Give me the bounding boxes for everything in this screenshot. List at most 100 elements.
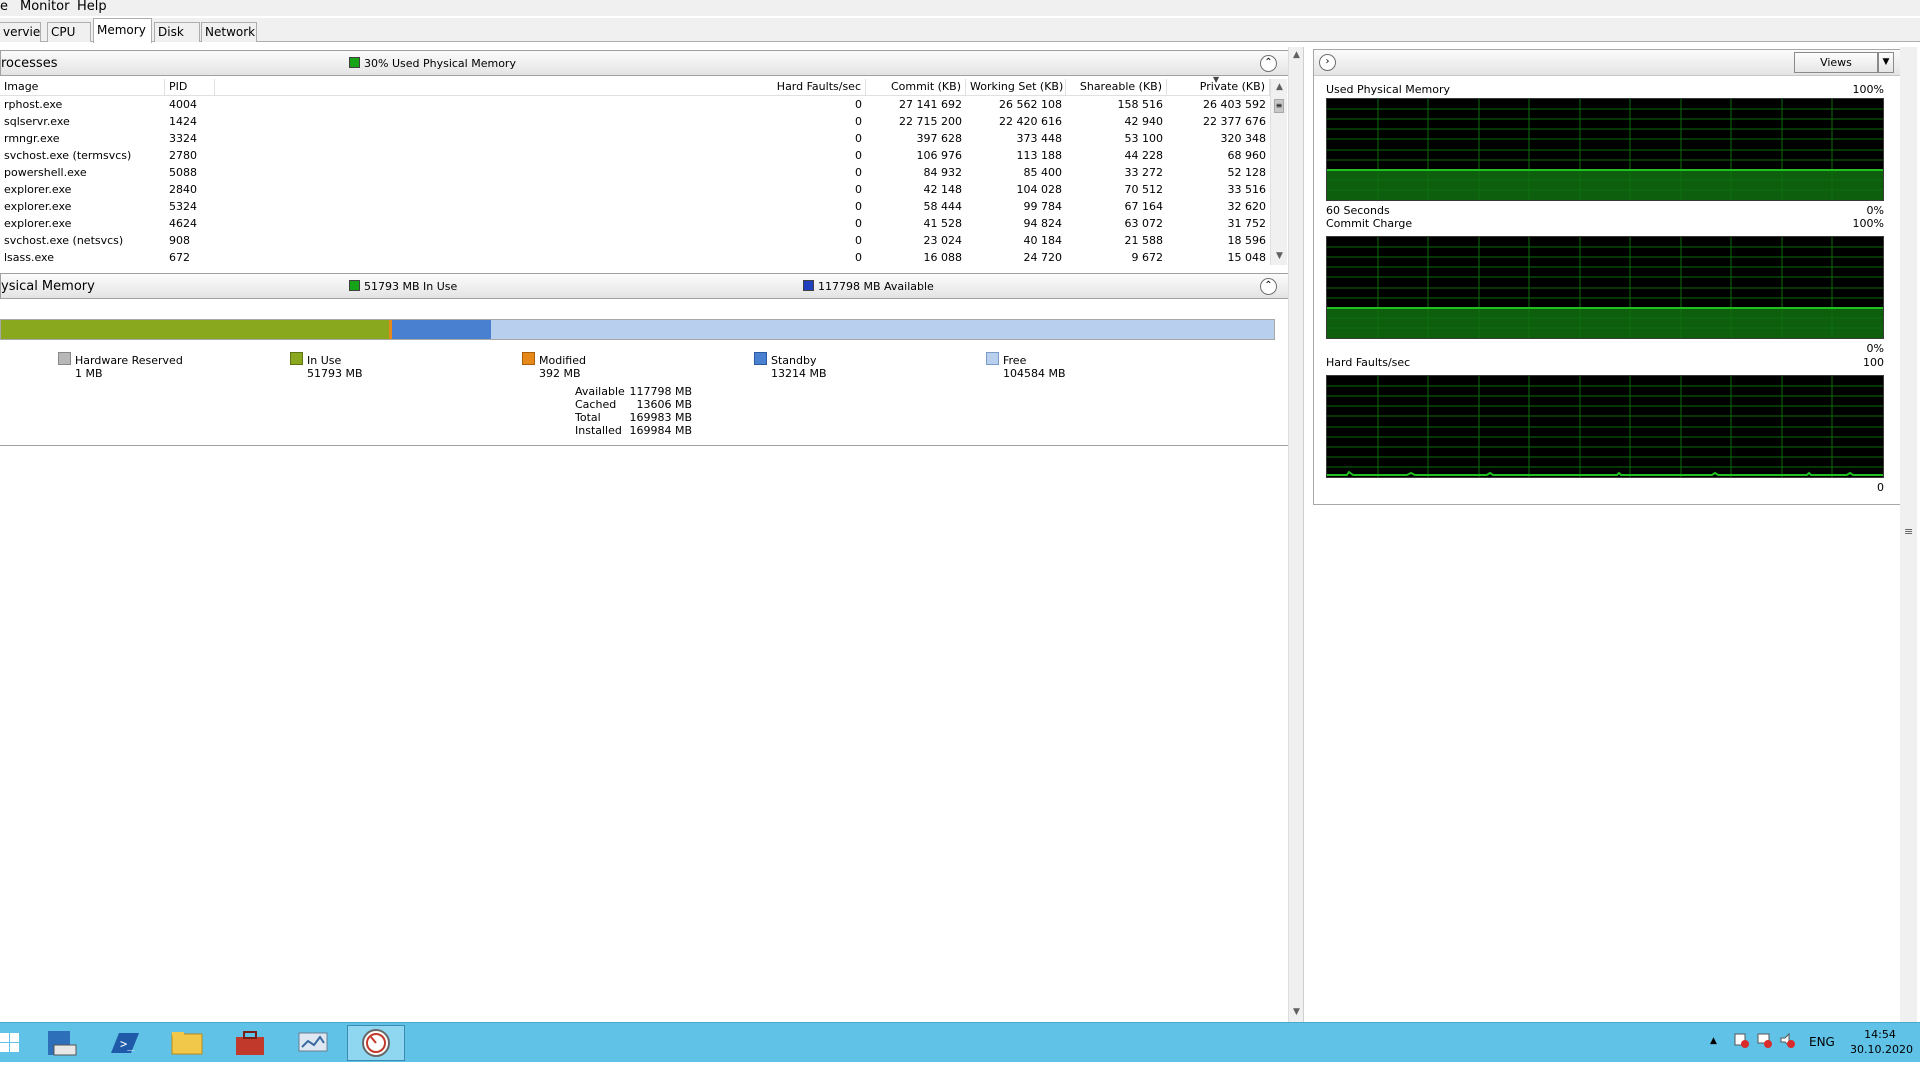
processes-header[interactable]: rocesses 30% Used Physical Memory ⌃ bbox=[0, 50, 1289, 76]
tab-network[interactable]: Network bbox=[201, 22, 257, 42]
cell-hard-faults: 0 bbox=[855, 251, 862, 264]
clock[interactable]: 14:54 30.10.2020 bbox=[1850, 1027, 1913, 1057]
table-row[interactable]: svchost.exe (netsvcs) 908 0 23 024 40 184 21 … bbox=[0, 232, 1270, 249]
cell-working-set: 94 824 bbox=[1023, 217, 1063, 230]
tray-overflow-icon[interactable]: ▲ bbox=[1710, 1036, 1717, 1046]
views-dropdown-icon[interactable]: ▼ bbox=[1878, 52, 1894, 73]
table-row[interactable]: sqlservr.exe 1424 0 22 715 200 22 420 616 42 … bbox=[0, 113, 1270, 130]
column-header-pid[interactable]: PID bbox=[165, 79, 215, 96]
table-row[interactable]: explorer.exe 4624 0 41 528 94 824 63 072 31 75… bbox=[0, 215, 1270, 232]
tray-volume-icon[interactable] bbox=[1779, 1032, 1795, 1051]
used-physical-memory-title: Used Physical Memory bbox=[1326, 83, 1451, 96]
start-icon[interactable] bbox=[0, 1033, 20, 1053]
cell-shareable: 9 672 bbox=[1131, 251, 1164, 264]
used-memory-badge: 30% Used Physical Memory bbox=[349, 57, 516, 70]
legend-label: Modified bbox=[539, 354, 586, 367]
graph-panel: › Views ▼ Used Physical Memory 100% 60 S… bbox=[1313, 49, 1910, 505]
menu-file[interactable]: e bbox=[0, 0, 8, 14]
used-physical-memory-min: 0% bbox=[1866, 204, 1884, 217]
column-header-working-set[interactable]: Working Set (KB) bbox=[966, 79, 1066, 96]
tab-overview[interactable]: verview bbox=[0, 22, 41, 42]
legend-value: 13214 MB bbox=[771, 367, 827, 380]
splitter-grip-icon[interactable]: ≡ bbox=[1904, 525, 1913, 538]
cell-hard-faults: 0 bbox=[855, 166, 862, 179]
processes-scrollbar[interactable]: ▲ ≡ ▼ bbox=[1270, 79, 1287, 265]
tab-disk[interactable]: Disk bbox=[154, 22, 200, 42]
file-explorer-icon[interactable] bbox=[158, 1025, 216, 1061]
expand-graphs-icon[interactable]: › bbox=[1319, 54, 1336, 71]
cell-hard-faults: 0 bbox=[855, 132, 862, 145]
cell-pid: 3324 bbox=[169, 132, 197, 145]
toolbox-icon[interactable] bbox=[221, 1025, 279, 1061]
table-row[interactable]: lsass.exe 672 0 16 088 24 720 9 672 15 048 bbox=[0, 249, 1270, 266]
cell-working-set: 26 562 108 bbox=[999, 98, 1062, 111]
legend-free: Free 104584 MB bbox=[986, 352, 1066, 380]
cell-hard-faults: 0 bbox=[855, 200, 862, 213]
table-row[interactable]: rmngr.exe 3324 0 397 628 373 448 53 100 320 34… bbox=[0, 130, 1270, 147]
in-use-segment bbox=[1, 320, 389, 339]
cell-image: explorer.exe bbox=[4, 183, 72, 196]
server-manager-icon[interactable] bbox=[32, 1025, 90, 1061]
collapse-physical-memory-icon[interactable]: ⌃ bbox=[1260, 278, 1277, 295]
left-pane-scrollbar[interactable]: ▲ ▼ bbox=[1288, 47, 1303, 1022]
cell-hard-faults: 0 bbox=[855, 234, 862, 247]
column-header-hard-faults[interactable]: Hard Faults/sec bbox=[700, 79, 866, 96]
cell-commit: 27 141 692 bbox=[899, 98, 962, 111]
cell-shareable: 33 272 bbox=[1124, 166, 1164, 179]
hard-faults-graph bbox=[1326, 375, 1884, 478]
left-scroll-down-icon[interactable]: ▼ bbox=[1289, 1004, 1304, 1021]
column-header-image[interactable]: Image bbox=[0, 79, 165, 96]
table-row[interactable]: svchost.exe (termsvcs) 2780 0 106 976 113 18… bbox=[0, 147, 1270, 164]
table-row[interactable]: rphost.exe 4004 0 27 141 692 26 562 108 158 5… bbox=[0, 96, 1270, 113]
tray-network-icon[interactable] bbox=[1756, 1032, 1772, 1051]
legend-value: 1 MB bbox=[75, 367, 103, 380]
menu-help[interactable]: Help bbox=[77, 0, 107, 14]
legend-label: Standby bbox=[771, 354, 817, 367]
stat-cached-value: 13606 MB bbox=[636, 398, 692, 411]
collapse-processes-icon[interactable]: ⌃ bbox=[1260, 55, 1277, 72]
resource-monitor-icon[interactable] bbox=[347, 1025, 405, 1061]
cell-shareable: 70 512 bbox=[1124, 183, 1164, 196]
bottom-strip bbox=[0, 1062, 1920, 1080]
menu-monitor[interactable]: Monitor bbox=[20, 0, 69, 14]
left-scroll-up-icon[interactable]: ▲ bbox=[1289, 47, 1304, 64]
cell-commit: 16 088 bbox=[923, 251, 963, 264]
used-memory-text: 30% Used Physical Memory bbox=[364, 57, 516, 70]
remote-desktop-icon[interactable] bbox=[284, 1025, 342, 1061]
cell-pid: 2840 bbox=[169, 183, 197, 196]
cell-shareable: 63 072 bbox=[1124, 217, 1164, 230]
hard-faults-max: 100 bbox=[1863, 356, 1884, 369]
table-row[interactable]: powershell.exe 5088 0 84 932 85 400 33 272 52 … bbox=[0, 164, 1270, 181]
scroll-up-icon[interactable]: ▲ bbox=[1271, 79, 1288, 96]
column-header-shareable[interactable]: Shareable (KB) bbox=[1066, 79, 1167, 96]
graph-toolbar: › Views ▼ bbox=[1314, 50, 1909, 76]
tray-flag-icon[interactable] bbox=[1733, 1032, 1749, 1051]
cell-shareable: 67 164 bbox=[1124, 200, 1164, 213]
cell-image: lsass.exe bbox=[4, 251, 54, 264]
powershell-icon[interactable]: >_ bbox=[95, 1025, 153, 1061]
processes-title: rocesses bbox=[1, 56, 58, 71]
column-header-commit[interactable]: Commit (KB) bbox=[866, 79, 966, 96]
table-row[interactable]: explorer.exe 5324 0 58 444 99 784 67 164 32 62… bbox=[0, 198, 1270, 215]
cell-commit: 42 148 bbox=[923, 183, 963, 196]
cell-image: explorer.exe bbox=[4, 200, 72, 213]
available-badge: 117798 MB Available bbox=[803, 280, 934, 293]
used-memory-swatch bbox=[349, 57, 360, 68]
cell-commit: 84 932 bbox=[923, 166, 963, 179]
scroll-down-icon[interactable]: ▼ bbox=[1271, 248, 1288, 265]
scroll-thumb[interactable]: ≡ bbox=[1274, 99, 1284, 113]
right-pane-splitter[interactable]: ≡ bbox=[1900, 47, 1917, 1022]
cell-commit: 41 528 bbox=[923, 217, 963, 230]
input-language[interactable]: ENG bbox=[1809, 1035, 1835, 1049]
cell-working-set: 113 188 bbox=[1016, 149, 1063, 162]
tab-memory[interactable]: Memory bbox=[93, 18, 152, 43]
table-row[interactable]: explorer.exe 2840 0 42 148 104 028 70 512 33 5… bbox=[0, 181, 1270, 198]
physical-memory-header[interactable]: ysical Memory 51793 MB In Use 117798 MB … bbox=[0, 273, 1289, 299]
views-button[interactable]: Views bbox=[1794, 52, 1878, 73]
cell-image: svchost.exe (termsvcs) bbox=[4, 149, 132, 162]
legend-in-use: In Use 51793 MB bbox=[290, 352, 363, 380]
cell-image: rphost.exe bbox=[4, 98, 63, 111]
stat-installed-value: 169984 MB bbox=[629, 424, 692, 437]
in-use-text: 51793 MB In Use bbox=[364, 280, 458, 293]
tab-cpu[interactable]: CPU bbox=[47, 22, 91, 42]
